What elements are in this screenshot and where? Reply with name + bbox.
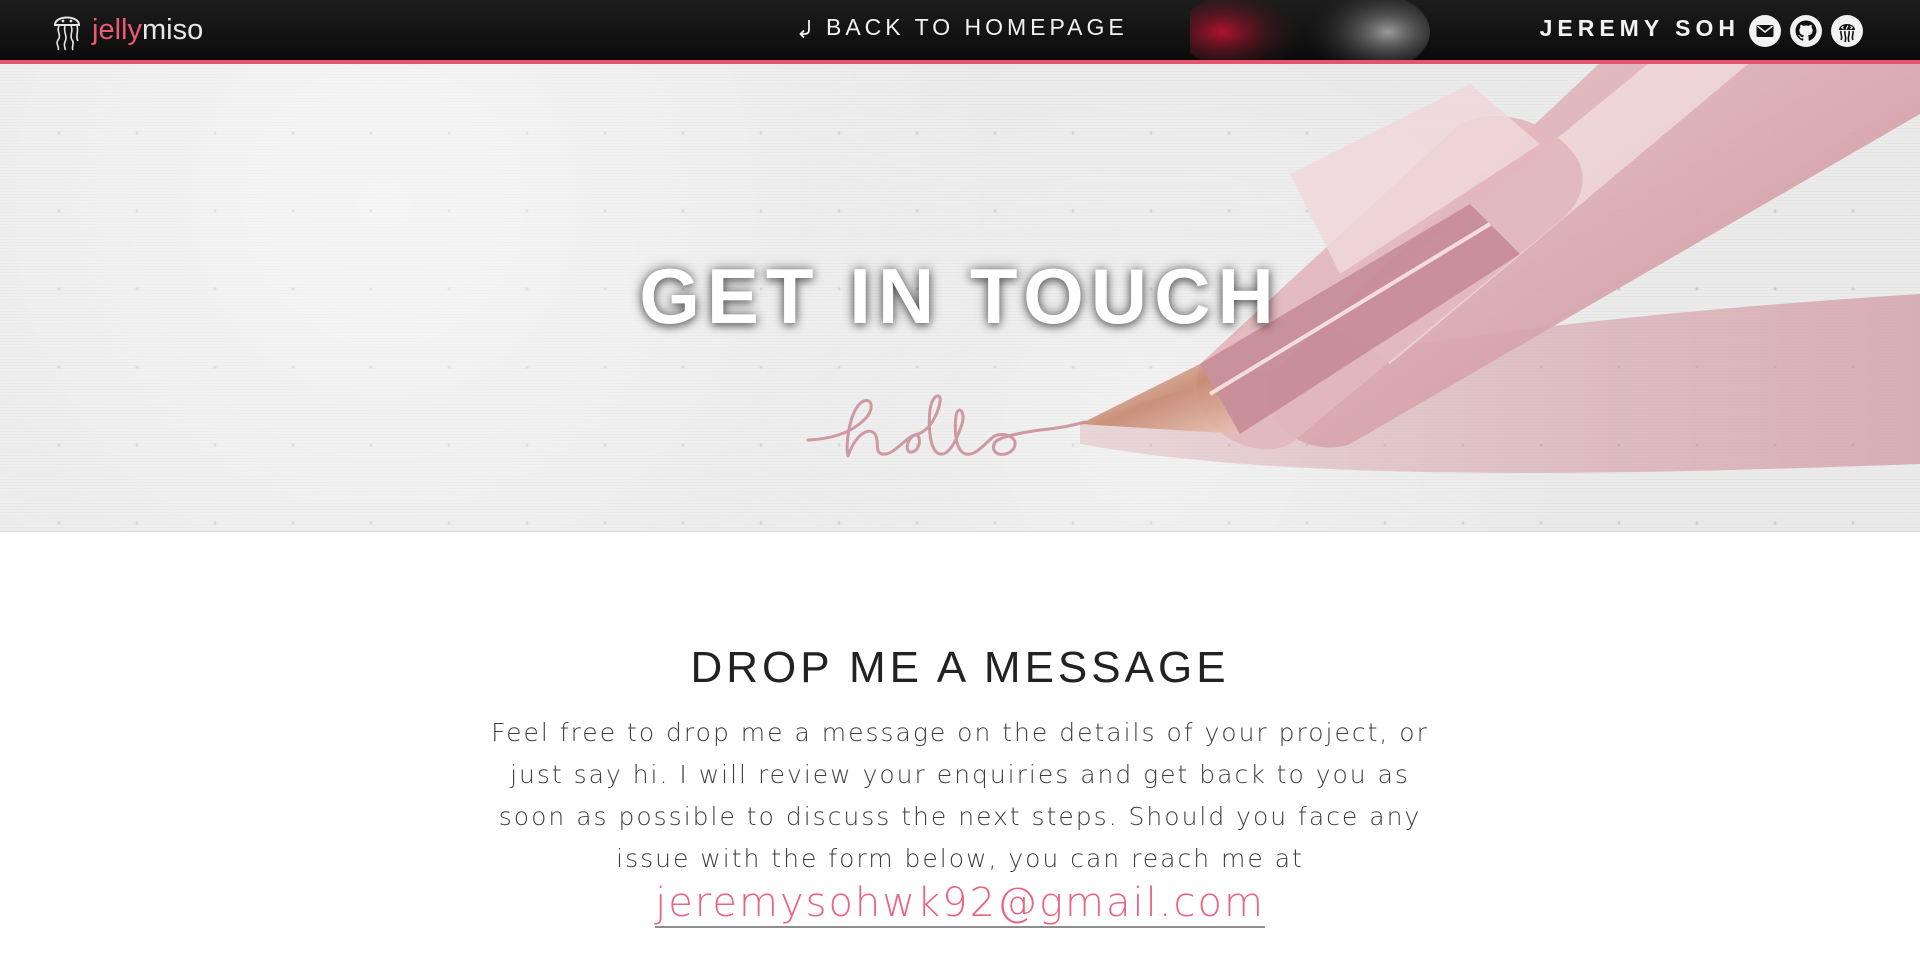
intro-text: Feel free to drop me a message on the de… <box>491 718 1429 874</box>
mail-button[interactable] <box>1748 14 1782 48</box>
hero-banner: GET IN TOUCH <box>0 64 1920 532</box>
page-title: GET IN TOUCH <box>639 252 1281 340</box>
brand-name: jellymiso <box>92 13 204 46</box>
dev-profile-button[interactable] <box>1830 14 1864 48</box>
section-heading: DROP ME A MESSAGE <box>690 643 1230 692</box>
github-icon <box>1790 15 1822 47</box>
brand-name-part2: miso <box>141 13 204 46</box>
intro-paragraph: Feel free to drop me a message on the de… <box>480 712 1440 929</box>
brand-logo-link[interactable]: jellymiso <box>48 8 203 52</box>
back-to-homepage-link[interactable]: BACK TO HOMEPAGE <box>798 14 1128 41</box>
return-arrow-icon <box>799 19 810 38</box>
back-to-homepage-label: BACK TO HOMEPAGE <box>826 14 1128 40</box>
header-decoration-image <box>1190 0 1430 60</box>
contact-section: DROP ME A MESSAGE Feel free to drop me a… <box>0 532 1920 929</box>
owner-name: JEREMY SOH <box>1539 15 1740 41</box>
brand-name-part1: jelly <box>92 13 142 46</box>
jellyfish-logo-icon <box>53 16 81 51</box>
email-link[interactable]: jeremysohwk92@gmail.com <box>655 880 1265 929</box>
top-navigation-bar: jellymiso BACK TO HOMEPAGE JEREMY SOH <box>0 0 1920 64</box>
github-button[interactable] <box>1789 14 1823 48</box>
mail-icon <box>1749 15 1781 47</box>
dev-profile-icon <box>1831 15 1863 47</box>
